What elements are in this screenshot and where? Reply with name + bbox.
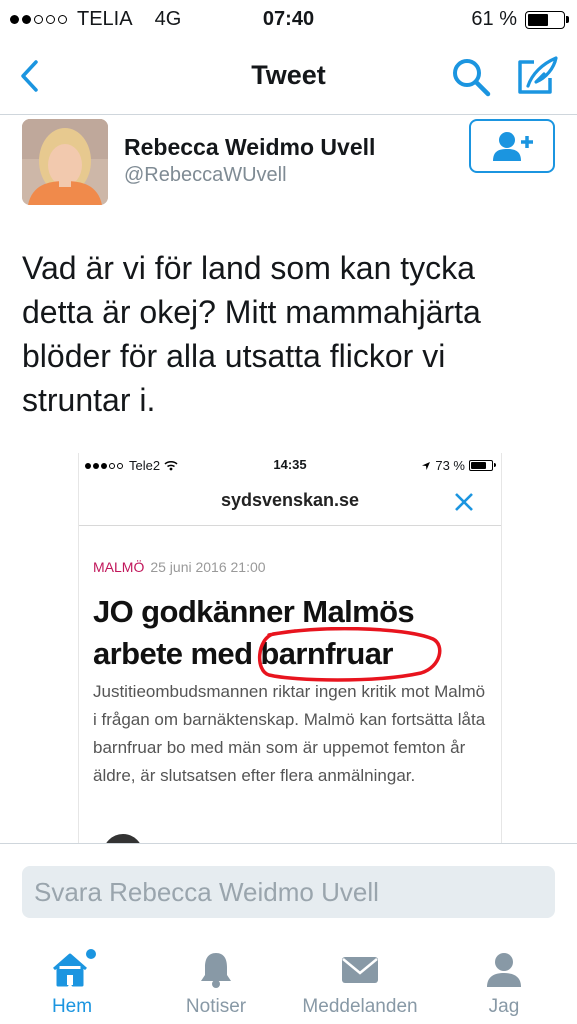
home-icon bbox=[53, 949, 96, 987]
red-circle-annotation bbox=[258, 627, 442, 682]
battery-icon bbox=[525, 10, 569, 29]
tab-messages[interactable]: Meddelanden bbox=[290, 933, 430, 1024]
location-arrow-icon bbox=[422, 461, 431, 470]
tab-messages-label: Meddelanden bbox=[302, 996, 418, 1017]
envelope-icon bbox=[342, 957, 378, 983]
author-handle[interactable]: @RebeccaWUvell bbox=[124, 164, 287, 187]
media-battery-icon bbox=[469, 460, 496, 471]
tab-notifications[interactable]: Notiser bbox=[146, 933, 286, 1024]
tab-home[interactable]: Hem bbox=[2, 933, 142, 1024]
tab-home-label: Hem bbox=[51, 996, 93, 1017]
article-date: 25 juni 2016 21:00 bbox=[150, 559, 266, 575]
bell-icon bbox=[201, 953, 231, 988]
follow-button[interactable] bbox=[469, 119, 555, 173]
author-avatar[interactable] bbox=[22, 119, 108, 205]
tab-me[interactable]: Jag bbox=[434, 933, 574, 1024]
article-body: Justitieombudsmannen riktar ingen kritik… bbox=[93, 682, 486, 785]
tab-bar: Hem Notiser Meddelanden Jag bbox=[0, 933, 577, 1024]
reply-area: Svara Rebecca Weidmo Uvell bbox=[0, 843, 577, 934]
tab-notifications-label: Notiser bbox=[185, 996, 247, 1017]
article-section: MALMÖ bbox=[93, 559, 145, 575]
close-icon bbox=[455, 493, 473, 511]
author-name[interactable]: Rebecca Weidmo Uvell bbox=[124, 134, 375, 161]
battery-percent: 61 % bbox=[471, 8, 517, 30]
media-url: sydsvenskan.se bbox=[220, 490, 360, 510]
tweet-text: Vad är vi för land som kan tycka detta ä… bbox=[22, 250, 481, 418]
compose-button[interactable] bbox=[514, 54, 560, 98]
reply-input[interactable]: Svara Rebecca Weidmo Uvell bbox=[22, 866, 555, 918]
article-meta: MALMÖ 25 juni 2016 21:00 bbox=[93, 559, 266, 575]
person-icon bbox=[487, 953, 521, 987]
tweet-media-image[interactable]: Tele2 14:35 73 % sydsvenskan.se MALMÖ 25 … bbox=[78, 453, 502, 844]
tab-me-label: Jag bbox=[488, 996, 520, 1017]
compose-icon bbox=[518, 56, 558, 94]
follow-user-icon bbox=[493, 132, 533, 161]
media-status-bar: Tele2 14:35 73 % bbox=[79, 453, 501, 477]
avatar-photo bbox=[22, 119, 108, 205]
search-icon bbox=[453, 59, 491, 97]
search-button[interactable] bbox=[450, 56, 492, 98]
media-battery-percent: 73 % bbox=[435, 458, 465, 473]
media-url-bar: sydsvenskan.se bbox=[79, 477, 501, 526]
nav-bar: Tweet bbox=[0, 38, 577, 115]
status-bar: TELIA 4G 07:40 61 % bbox=[0, 0, 577, 38]
